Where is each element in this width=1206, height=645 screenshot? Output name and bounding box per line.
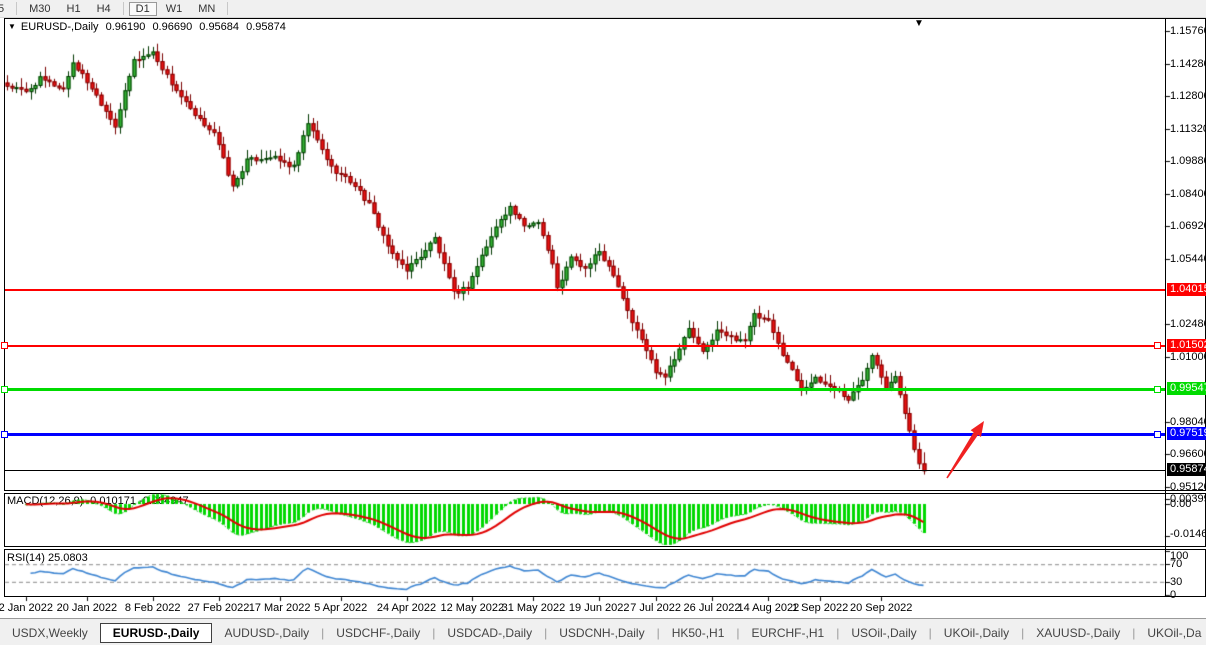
support-line-blue[interactable]	[5, 433, 1165, 436]
date-axis-label: 24 Apr 2022	[377, 602, 436, 614]
price-axis-tick: 1.05440	[1170, 253, 1206, 265]
support-line-green-price-tag: 0.99547	[1167, 382, 1206, 395]
support-line-blue-handle-right[interactable]	[1154, 431, 1161, 438]
resistance-line-upper-price-tag: 1.04015	[1167, 283, 1206, 296]
price-axis-tick: 1.11320	[1170, 123, 1206, 135]
ohlc-close: 0.95874	[246, 21, 286, 33]
support-line-green[interactable]	[5, 388, 1165, 391]
price-axis-tick: 0.96600	[1170, 448, 1206, 460]
date-axis-label: 20 Jan 2022	[57, 602, 118, 614]
current-price-tag: 0.95874	[1167, 463, 1206, 476]
support-line-green-handle-right[interactable]	[1154, 386, 1161, 393]
date-axis-label: 27 Feb 2022	[188, 602, 250, 614]
resistance-line-lower[interactable]	[5, 345, 1165, 347]
symbol-title: EURUSD-,Daily	[21, 21, 99, 33]
resistance-line-lower-handle-left[interactable]	[1, 342, 8, 349]
date-axis-label: 12 May 2022	[440, 602, 504, 614]
resistance-line-lower-handle-right[interactable]	[1154, 342, 1161, 349]
mt4-chart-window: 5M30H1H4D1W1MN ▼EURUSD-,Daily 0.96190 0.…	[0, 0, 1206, 645]
date-axis-label: 26 Jul 2022	[684, 602, 741, 614]
macd-scale-zero: 0.00	[1170, 498, 1191, 510]
current-price-line	[5, 470, 1165, 471]
down-arrow-marker-icon[interactable]: ▼	[914, 19, 924, 29]
macd-scale-min: -0.014693	[1170, 528, 1206, 540]
date-axis-label: 20 Sep 2022	[850, 602, 912, 614]
rsi-label: RSI(14) 25.0803	[7, 552, 88, 564]
support-line-blue-price-tag: 0.97519	[1167, 427, 1206, 440]
price-axis-tick: 0.95120	[1170, 481, 1206, 493]
price-axis-tick: 1.06920	[1170, 220, 1206, 232]
price-axis-separator	[1165, 18, 1166, 597]
ohlc-open: 0.96190	[106, 21, 146, 33]
support-line-green-handle-left[interactable]	[1, 386, 8, 393]
rsi-level-label: 30	[1170, 576, 1182, 588]
resistance-line-upper[interactable]	[5, 289, 1165, 291]
chart-plot-canvas[interactable]	[0, 0, 1206, 645]
price-axis-tick: 1.14280	[1170, 58, 1206, 70]
price-axis-tick: 1.09880	[1170, 155, 1206, 167]
support-line-blue-handle-left[interactable]	[1, 431, 8, 438]
date-axis-label: 2 Jan 2022	[0, 602, 53, 614]
price-axis-tick: 1.08400	[1170, 188, 1206, 200]
date-axis-label: 14 Aug 2022	[737, 602, 799, 614]
rsi-level-label: 0	[1170, 589, 1176, 601]
date-axis-label: 1 Sep 2022	[792, 602, 848, 614]
date-axis-label: 8 Feb 2022	[125, 602, 181, 614]
rsi-level-label: 70	[1170, 558, 1182, 570]
chart-title: ▼ EURUSD-,Daily 0.96190 0.96690 0.95684 0…	[8, 21, 290, 33]
price-axis-tick: 1.01000	[1170, 351, 1206, 363]
price-axis-tick: 1.12800	[1170, 90, 1206, 102]
date-axis-label: 17 Mar 2022	[249, 602, 311, 614]
price-axis-tick: 1.15760	[1170, 25, 1206, 37]
ohlc-high: 0.96690	[152, 21, 192, 33]
date-axis-label: 7 Jul 2022	[630, 602, 681, 614]
ohlc-low: 0.95684	[199, 21, 239, 33]
price-axis-tick: 1.02480	[1170, 318, 1206, 330]
collapse-arrow-icon[interactable]: ▼	[8, 22, 16, 31]
resistance-line-lower-price-tag: 1.01502	[1167, 339, 1206, 352]
date-axis-label: 5 Apr 2022	[314, 602, 367, 614]
date-axis-label: 19 Jun 2022	[569, 602, 630, 614]
date-axis-label: 31 May 2022	[502, 602, 566, 614]
